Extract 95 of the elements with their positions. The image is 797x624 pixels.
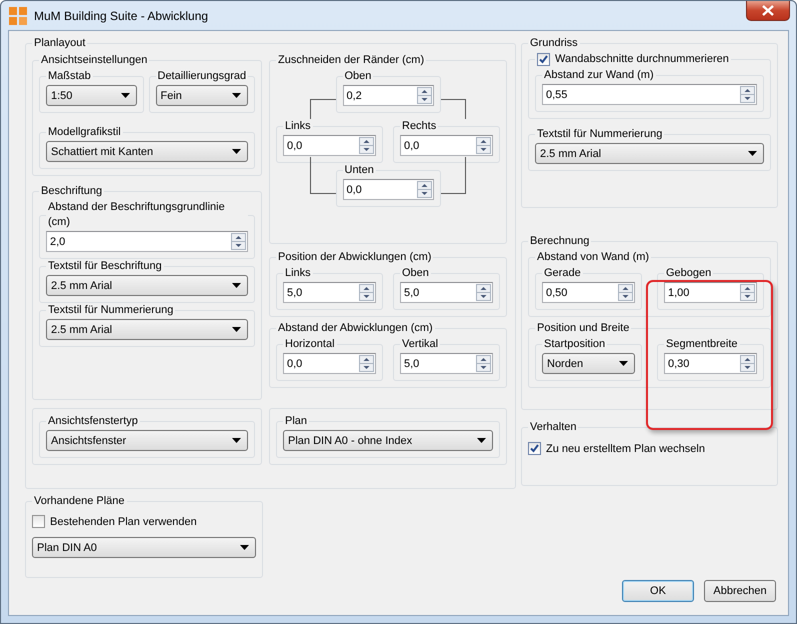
dropdown[interactable]: 2.5 mm Arial	[46, 319, 248, 340]
caret-icon	[232, 149, 241, 154]
field-label: Abstand zur Wand (m)	[543, 68, 655, 83]
cancel-button[interactable]: Abbrechen	[704, 580, 776, 602]
number-field[interactable]: 5,0	[400, 353, 493, 374]
dropdown[interactable]: Norden	[542, 353, 635, 374]
field-label: Textstil für Nummerierung	[47, 303, 174, 318]
field-label: Ansichtsfenstertyp	[47, 414, 139, 429]
connector-line	[310, 157, 336, 194]
close-icon	[762, 5, 774, 16]
caret-icon	[748, 151, 757, 156]
field-label: Horizontal	[284, 337, 336, 352]
spinner-icon[interactable]	[740, 86, 755, 103]
field-label: Plan	[284, 414, 308, 429]
number-field[interactable]: 2,0	[46, 231, 248, 252]
group-title: Beschriftung	[40, 184, 104, 199]
number-field[interactable]: 0,0	[283, 353, 376, 374]
dropdown[interactable]: Fein	[156, 85, 248, 106]
dropdown[interactable]: 2.5 mm Arial	[46, 275, 248, 296]
dropdown[interactable]: Ansichtsfenster	[46, 430, 248, 451]
number-field[interactable]: 0,0	[342, 179, 434, 200]
number-field[interactable]: 0,0	[283, 135, 376, 156]
caret-icon	[232, 93, 241, 98]
spinner-icon[interactable]	[416, 87, 432, 104]
checkmark-icon	[538, 54, 549, 65]
spinner-icon[interactable]	[618, 284, 633, 301]
dropdown[interactable]: 2.5 mm Arial	[535, 143, 764, 164]
group-title: Verhalten	[529, 420, 578, 435]
number-field[interactable]: 5,0	[283, 282, 376, 303]
spinner-icon[interactable]	[476, 355, 491, 372]
group-title: Ansichtseinstellungen	[40, 53, 148, 68]
field-label: Abstand der Beschriftungsgrundlinie (cm)	[47, 200, 226, 230]
field-label: Modellgrafikstil	[47, 125, 122, 140]
field-label: Startposition	[543, 337, 606, 352]
field-label: Segmentbreite	[665, 337, 739, 352]
caret-icon	[619, 361, 628, 366]
group-title: Position der Abwicklungen (cm)	[277, 250, 432, 265]
group-title: Abstand von Wand (m)	[536, 250, 650, 265]
spinner-icon[interactable]	[359, 284, 374, 301]
spinner-icon[interactable]	[359, 137, 374, 154]
group-title: Planlayout	[33, 36, 86, 51]
number-field[interactable]: 0,0	[400, 135, 493, 156]
checkbox[interactable]: Bestehenden Plan verwenden	[32, 512, 256, 531]
caret-icon	[232, 283, 241, 288]
group-title: Grundriss	[529, 36, 579, 51]
spinner-icon[interactable]	[740, 355, 755, 372]
ok-button[interactable]: OK	[622, 580, 694, 602]
caret-icon	[240, 545, 249, 550]
checkbox[interactable]: Wandabschnitte durchnummerieren	[537, 52, 729, 67]
field-label: Links	[284, 266, 312, 281]
number-field[interactable]: 5,0	[400, 282, 493, 303]
connector-line	[440, 99, 466, 119]
app-icon	[9, 6, 27, 24]
dropdown[interactable]: 1:50	[46, 85, 136, 106]
field-label: Rechts	[401, 119, 438, 134]
checkbox[interactable]: Zu neu erstelltem Plan wechseln	[528, 439, 771, 458]
connector-line	[310, 99, 336, 119]
caret-icon	[232, 438, 241, 443]
group-title: Zuschneiden der Ränder (cm)	[277, 53, 426, 68]
field-label: Oben	[344, 69, 372, 84]
close-button[interactable]	[746, 1, 790, 21]
connector-line	[440, 157, 466, 194]
number-field[interactable]: 0,2	[342, 85, 434, 106]
field-label: Links	[284, 119, 312, 134]
field-label: Gerade	[543, 266, 582, 281]
number-field[interactable]: 1,00	[664, 282, 757, 303]
field-label: Unten	[344, 163, 375, 178]
field-label: Textstil für Nummerierung	[536, 127, 664, 142]
dropdown[interactable]: Plan DIN A0 - ohne Index	[283, 430, 493, 451]
field-label: Textstil für Beschriftung	[47, 259, 163, 274]
caret-icon	[232, 327, 241, 332]
number-field[interactable]: 0,50	[542, 282, 635, 303]
field-label: Oben	[401, 266, 430, 281]
spinner-icon[interactable]	[359, 355, 374, 372]
number-field[interactable]: 0,30	[664, 353, 757, 374]
checkmark-icon	[529, 443, 540, 454]
number-field[interactable]: 0,55	[542, 84, 757, 105]
group-title: Vorhandene Pläne	[33, 494, 126, 509]
dropdown[interactable]: Plan DIN A0	[32, 537, 256, 558]
field-label: Gebogen	[665, 266, 712, 281]
group-title: Position und Breite	[536, 321, 630, 336]
group-title: Berechnung	[529, 234, 590, 249]
spinner-icon[interactable]	[231, 233, 246, 250]
dropdown[interactable]: Schattiert mit Kanten	[46, 141, 248, 162]
caret-icon	[120, 93, 130, 98]
window-title: MuM Building Suite - Abwicklung	[34, 8, 208, 22]
field-label: Maßstab	[47, 69, 92, 84]
field-label: Detaillierungsgrad	[156, 69, 248, 84]
spinner-icon[interactable]	[476, 284, 491, 301]
field-label: Vertikal	[401, 337, 440, 352]
group-title: Abstand der Abwicklungen (cm)	[277, 321, 434, 336]
spinner-icon[interactable]	[740, 284, 755, 301]
spinner-icon[interactable]	[416, 181, 432, 198]
caret-icon	[477, 438, 486, 443]
spinner-icon[interactable]	[476, 137, 491, 154]
